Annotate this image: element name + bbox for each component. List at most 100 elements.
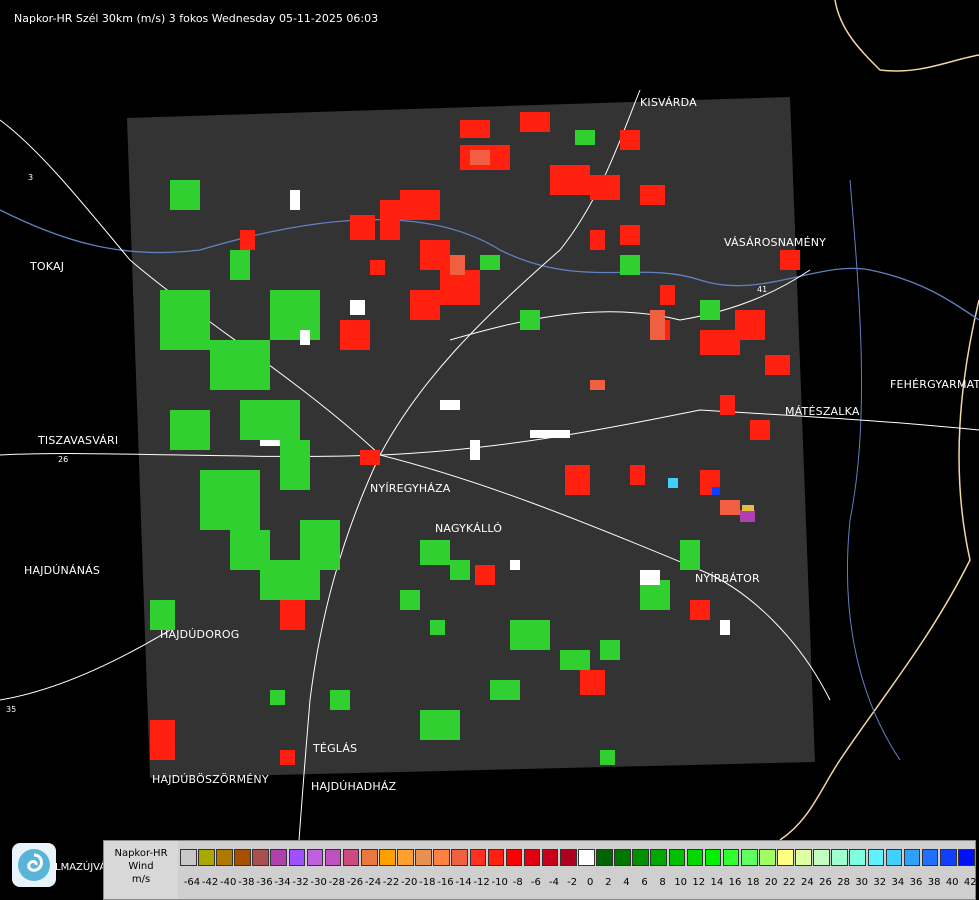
legend-swatch <box>451 849 468 866</box>
legend-tick-label: -12 <box>473 877 490 888</box>
legend-swatch <box>939 849 957 866</box>
legend-tick-label: 22 <box>782 877 796 888</box>
legend-swatch <box>958 849 975 866</box>
legend-tick-label: 0 <box>587 877 594 888</box>
road-number: 26 <box>58 455 68 464</box>
legend-tick-label: 2 <box>605 877 612 888</box>
legend-tick-label: 42 <box>963 877 977 888</box>
legend-tick-label: 18 <box>746 877 760 888</box>
radar-coverage <box>127 97 815 778</box>
legend-swatch <box>596 849 613 866</box>
legend-swatch <box>722 849 740 866</box>
legend-swatch <box>433 849 450 866</box>
legend-tick-label: -14 <box>455 877 472 888</box>
legend-swatch <box>704 849 722 866</box>
legend-tick-label: 16 <box>728 877 742 888</box>
legend-swatch <box>578 849 595 866</box>
legend-tick-label: -34 <box>274 877 291 888</box>
city-label: NYÍRBÁTOR <box>695 572 760 585</box>
legend-swatch <box>795 849 812 866</box>
legend-tick-label: 36 <box>909 877 923 888</box>
legend-swatch <box>650 849 668 866</box>
legend-swatch <box>397 849 414 866</box>
legend-tick-label: 30 <box>855 877 869 888</box>
legend-swatch <box>885 849 903 866</box>
legend-swatch <box>306 849 324 866</box>
legend-swatch <box>523 849 541 866</box>
legend-title: Napkor-HR Wind m/s <box>104 841 178 899</box>
legend-swatch <box>270 849 288 866</box>
legend-tick-label: 10 <box>674 877 688 888</box>
legend-tick-label: 34 <box>891 877 905 888</box>
legend-tick-label: 4 <box>623 877 630 888</box>
logo <box>12 843 56 887</box>
color-legend: Napkor-HR Wind m/s -64 -42 -40 -38 -36 -34 -32… <box>103 840 977 900</box>
legend-swatch <box>198 849 215 866</box>
legend-tick-label: -20 <box>401 877 418 888</box>
radar-map: 3 26 35 41 <box>0 0 979 900</box>
legend-swatch <box>668 849 686 866</box>
legend-swatch <box>849 849 867 866</box>
map-title: Napkor-HR Szél 30km (m/s) 3 fokos Wednes… <box>14 12 379 25</box>
legend-tick-label: -32 <box>292 877 309 888</box>
legend-tick-label: -6 <box>530 877 541 888</box>
legend-tick-label: 32 <box>873 877 887 888</box>
legend-swatch <box>813 849 830 866</box>
legend-swatch <box>360 849 378 866</box>
legend-tick-label: -2 <box>567 877 578 888</box>
legend-tick-label: -8 <box>512 877 523 888</box>
legend-swatches <box>180 849 976 867</box>
legend-swatch <box>342 849 360 866</box>
legend-swatch <box>740 849 758 866</box>
legend-tick-label: -28 <box>328 877 345 888</box>
city-label: HAJDÚBÖSZÖRMÉNY <box>152 773 269 786</box>
legend-tick-label: 14 <box>710 877 724 888</box>
legend-tick-label: -10 <box>491 877 508 888</box>
legend-tick-label: -36 <box>256 877 273 888</box>
legend-tick-label: -40 <box>220 877 237 888</box>
city-label: TOKAJ <box>30 260 65 273</box>
legend-tick-label: -30 <box>310 877 327 888</box>
legend-tick-label: -64 <box>183 877 201 888</box>
legend-swatch <box>415 849 432 866</box>
legend-swatch <box>559 849 577 866</box>
legend-swatch <box>379 849 396 866</box>
legend-swatch <box>252 849 269 866</box>
legend-tick-label: 24 <box>801 877 814 888</box>
legend-tick-label: -26 <box>346 877 364 888</box>
legend-swatch <box>777 849 794 866</box>
legend-swatch <box>903 849 921 866</box>
road-number: 3 <box>28 173 33 182</box>
city-label: HAJDÚDOROG <box>160 628 240 641</box>
city-label: TÉGLÁS <box>313 742 358 755</box>
city-label: HAJDÚHADHÁZ <box>311 780 397 793</box>
legend-tick-label: 20 <box>764 877 778 888</box>
legend-tick-label: 28 <box>837 877 850 888</box>
city-label: MÁTÉSZALKA <box>785 405 860 418</box>
legend-ticks: -64 -42 -40 -38 -36 -34 -32 -30 -28 -26 -24 -22 -20-… <box>174 877 977 891</box>
legend-swatch <box>686 849 704 866</box>
legend-tick-label: 40 <box>945 877 959 888</box>
legend-tick-label: 12 <box>692 877 706 888</box>
legend-swatch <box>216 849 233 866</box>
road-number: 35 <box>6 705 16 714</box>
city-label: KISVÁRDA <box>640 96 697 109</box>
legend-swatch <box>324 849 342 866</box>
legend-swatch <box>759 849 776 866</box>
legend-swatch <box>469 849 487 866</box>
legend-swatch <box>867 849 885 866</box>
legend-swatch <box>487 849 505 866</box>
legend-swatch <box>234 849 251 866</box>
legend-tick-label: 8 <box>659 877 666 888</box>
city-label: VÁSÁROSNAMÉNY <box>724 236 827 249</box>
legend-tick-label: 6 <box>641 877 648 888</box>
legend-tick-label: -16 <box>437 877 454 888</box>
road-number: 41 <box>757 285 767 294</box>
legend-tick-label: -38 <box>238 877 255 888</box>
legend-tick-label: -24 <box>364 877 382 888</box>
legend-tick-label: -22 <box>382 877 400 888</box>
legend-swatch <box>614 849 631 866</box>
legend-tick-label: 26 <box>819 877 832 888</box>
city-label: HAJDÚNÁNÁS <box>24 564 101 577</box>
legend-swatch <box>288 849 306 866</box>
